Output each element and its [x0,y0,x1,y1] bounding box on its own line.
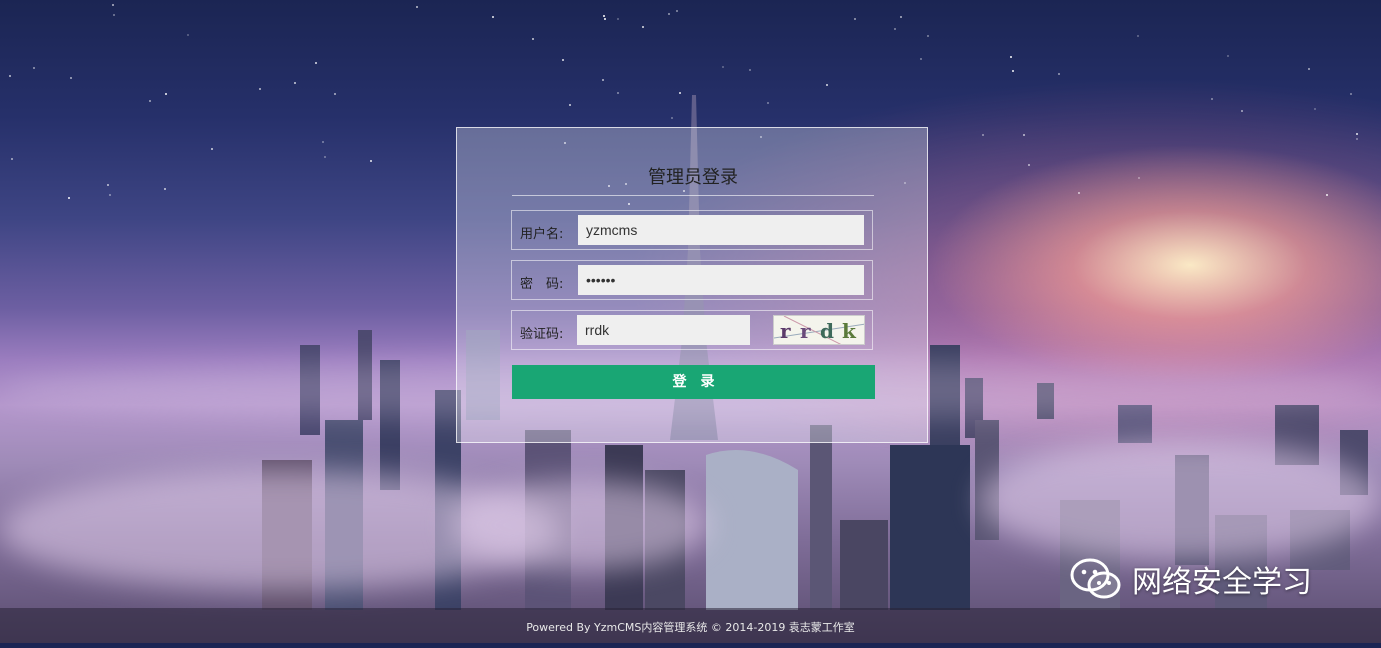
svg-text:d: d [820,319,834,343]
username-row: 用户名: yzmcms [511,210,873,250]
username-input[interactable]: yzmcms [578,215,864,245]
footer-text: Powered By YzmCMS内容管理系统 © 2014-2019 袁志蒙工… [526,621,855,634]
svg-text:k: k [842,319,857,343]
wechat-icon [1070,558,1121,599]
captcha-image[interactable]: r r d k [773,315,865,345]
wechat-watermark: 网络安全学习 [1070,556,1312,602]
captcha-label: 验证码: [520,327,564,342]
username-label: 用户名: [520,227,564,242]
svg-text:r: r [780,319,791,343]
password-label: 密 码: [520,277,564,292]
login-panel: 管理员登录 用户名: yzmcms 密 码: •••••• 验证码: rrdk … [456,127,928,443]
captcha-row: 验证码: rrdk r r d k [511,310,873,350]
login-title: 管理员登录 [512,163,874,196]
fog-cloud [450,480,710,570]
footer: Powered By YzmCMS内容管理系统 © 2014-2019 袁志蒙工… [0,608,1381,643]
svg-text:r: r [800,319,811,343]
password-input[interactable]: •••••• [578,265,864,295]
password-row: 密 码: •••••• [511,260,873,300]
fog-cloud [980,440,1380,560]
watermark-text: 网络安全学习 [1132,565,1312,600]
login-button[interactable]: 登录 [512,365,875,399]
captcha-input[interactable]: rrdk [577,315,750,345]
